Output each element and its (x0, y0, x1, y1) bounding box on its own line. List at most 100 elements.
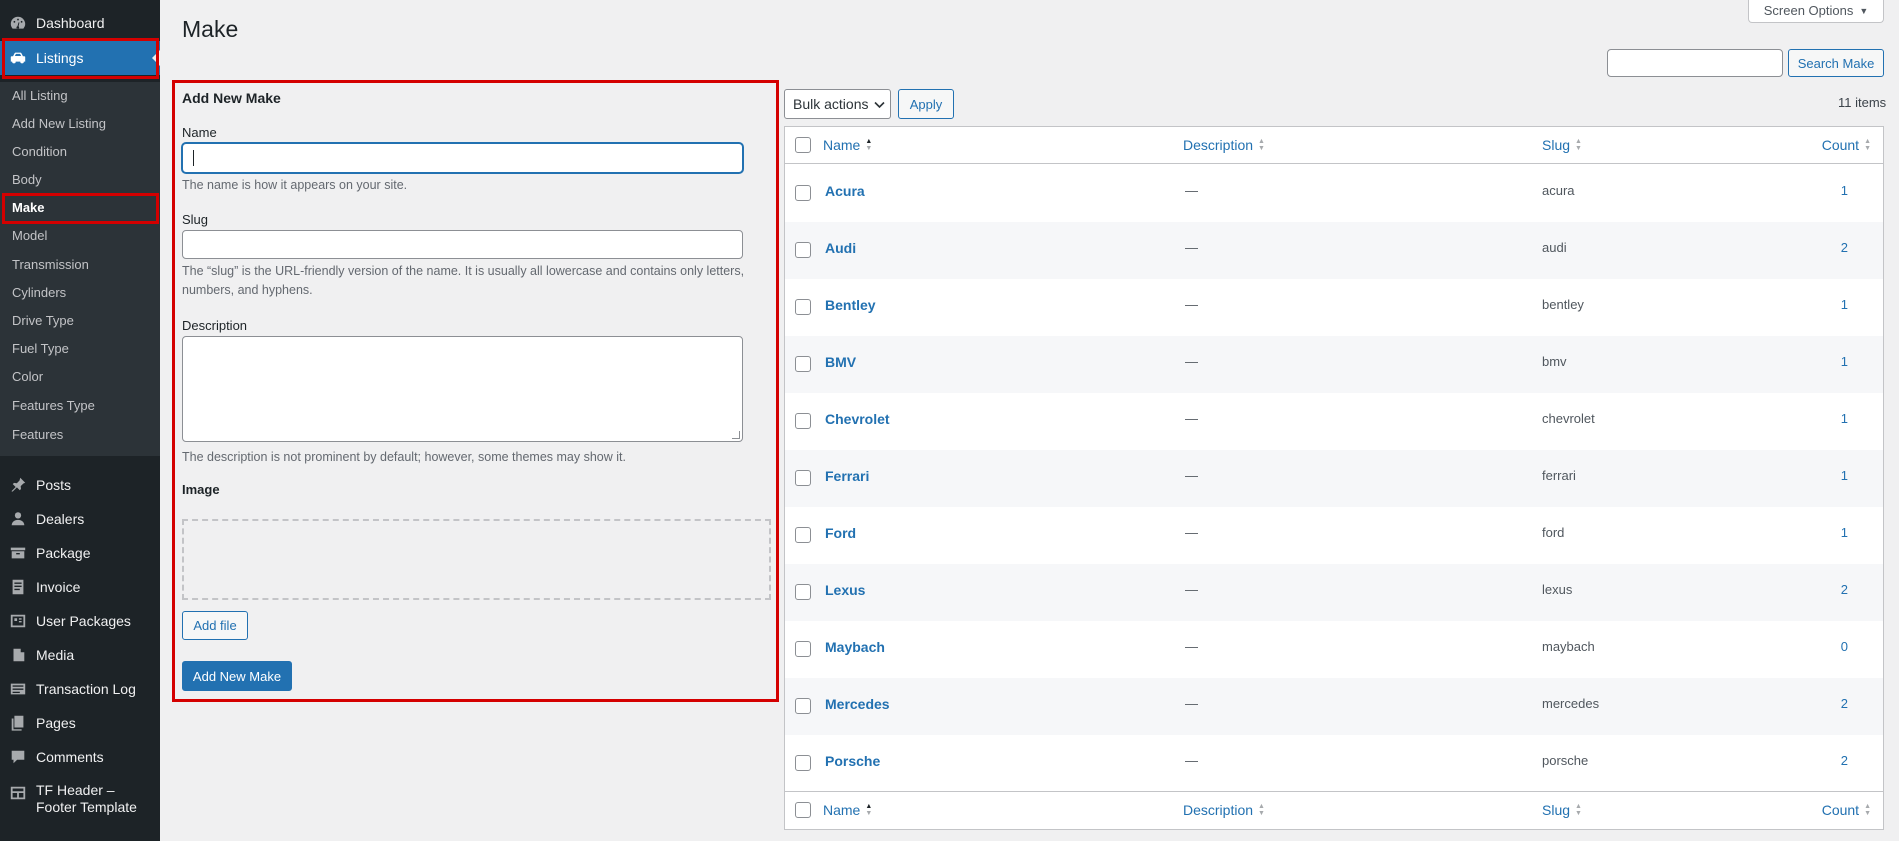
submenu-fuel-type[interactable]: Fuel Type (12, 339, 69, 359)
row-count-link[interactable]: 1 (1841, 411, 1848, 426)
bulk-actions-label: Bulk actions (793, 96, 869, 112)
row-slug: porsche (1542, 753, 1589, 768)
row-name-link[interactable]: Ford (825, 525, 856, 541)
menu-media[interactable]: Media (0, 638, 160, 672)
resize-handle-icon[interactable] (732, 431, 740, 439)
submenu-make[interactable]: Make (12, 198, 45, 218)
row-slug: audi (1542, 240, 1567, 255)
table-row: Acura — acura 1 (785, 165, 1883, 222)
column-count-header[interactable]: Count ▲ ▼ (1822, 137, 1871, 153)
column-name-footer[interactable]: Name ▲ ▼ (823, 802, 872, 818)
row-count-link[interactable]: 2 (1841, 582, 1848, 597)
menu-package[interactable]: Package (0, 536, 160, 570)
image-drop-zone[interactable] (182, 519, 771, 600)
menu-pages[interactable]: Pages (0, 706, 160, 740)
row-count-link[interactable]: 2 (1841, 696, 1848, 711)
menu-listings[interactable]: Listings (0, 41, 160, 75)
column-name-header[interactable]: Name ▲ ▼ (823, 137, 872, 153)
row-slug: bmv (1542, 354, 1567, 369)
column-slug-header[interactable]: Slug ▲ ▼ (1542, 137, 1582, 153)
apply-button[interactable]: Apply (898, 89, 954, 119)
column-description-footer[interactable]: Description ▲ ▼ (1183, 802, 1265, 818)
submenu-condition[interactable]: Condition (12, 142, 67, 162)
row-checkbox[interactable] (795, 641, 811, 657)
submenu-model[interactable]: Model (12, 226, 47, 246)
table-row: Maybach — maybach 0 (785, 621, 1883, 678)
row-checkbox[interactable] (795, 527, 811, 543)
menu-transaction-log-label: Transaction Log (36, 681, 136, 697)
row-count-link[interactable]: 1 (1841, 525, 1848, 540)
description-label: Description (182, 318, 248, 333)
chevron-down-icon (874, 96, 886, 112)
column-slug-footer[interactable]: Slug ▲ ▼ (1542, 802, 1582, 818)
row-name-link[interactable]: Acura (825, 183, 865, 199)
invoice-icon (0, 578, 36, 596)
row-name-link[interactable]: Bentley (825, 297, 876, 313)
row-checkbox[interactable] (795, 698, 811, 714)
table-row: BMV — bmv 1 (785, 336, 1883, 393)
row-name-link[interactable]: Lexus (825, 582, 865, 598)
menu-transaction-log[interactable]: Transaction Log (0, 672, 160, 706)
table-row: Audi — audi 2 (785, 222, 1883, 279)
row-description: — (1185, 639, 1198, 654)
sort-icon: ▲ ▼ (1575, 138, 1582, 152)
row-name-link[interactable]: Mercedes (825, 696, 890, 712)
slug-input[interactable] (182, 230, 743, 259)
select-all-checkbox[interactable] (795, 137, 811, 153)
bulk-actions-select[interactable]: Bulk actions (784, 89, 891, 119)
submenu-add-new-listing[interactable]: Add New Listing (12, 114, 106, 134)
row-count-link[interactable]: 1 (1841, 468, 1848, 483)
menu-dealers[interactable]: Dealers (0, 502, 160, 536)
row-checkbox[interactable] (795, 185, 811, 201)
submenu-drive-type[interactable]: Drive Type (12, 311, 74, 331)
row-description: — (1185, 525, 1198, 540)
row-checkbox[interactable] (795, 242, 811, 258)
submenu-transmission[interactable]: Transmission (12, 255, 89, 275)
row-name-link[interactable]: Maybach (825, 639, 885, 655)
row-checkbox[interactable] (795, 470, 811, 486)
row-count-link[interactable]: 1 (1841, 183, 1848, 198)
row-checkbox[interactable] (795, 413, 811, 429)
column-description-header[interactable]: Description ▲ ▼ (1183, 137, 1265, 153)
row-checkbox[interactable] (795, 584, 811, 600)
column-count-footer[interactable]: Count ▲ ▼ (1822, 802, 1871, 818)
screen-options-button[interactable]: Screen Options ▼ (1748, 0, 1884, 23)
description-textarea[interactable] (182, 336, 743, 442)
search-make-button[interactable]: Search Make (1788, 49, 1884, 77)
row-slug: lexus (1542, 582, 1573, 597)
select-all-checkbox-bottom[interactable] (795, 802, 811, 818)
menu-comments[interactable]: Comments (0, 740, 160, 774)
menu-dashboard[interactable]: Dashboard (0, 6, 160, 40)
submenu-all-listing[interactable]: All Listing (12, 86, 68, 106)
menu-user-packages[interactable]: User Packages (0, 604, 160, 638)
row-name-link[interactable]: Porsche (825, 753, 880, 769)
row-count-link[interactable]: 1 (1841, 354, 1848, 369)
menu-invoice[interactable]: Invoice (0, 570, 160, 604)
search-input[interactable] (1607, 49, 1783, 77)
row-count-link[interactable]: 2 (1841, 240, 1848, 255)
row-name-link[interactable]: Ferrari (825, 468, 869, 484)
row-checkbox[interactable] (795, 299, 811, 315)
comment-icon (0, 748, 36, 766)
submenu-features[interactable]: Features (12, 425, 63, 445)
table-row: Mercedes — mercedes 2 (785, 678, 1883, 735)
row-name-link[interactable]: Audi (825, 240, 856, 256)
menu-package-label: Package (36, 545, 91, 561)
add-new-make-button[interactable]: Add New Make (182, 661, 292, 691)
row-count-link[interactable]: 1 (1841, 297, 1848, 312)
row-count-link[interactable]: 2 (1841, 753, 1848, 768)
name-input[interactable] (182, 143, 743, 173)
row-name-link[interactable]: BMV (825, 354, 856, 370)
submenu-body[interactable]: Body (12, 170, 42, 190)
column-description-label: Description (1183, 137, 1254, 153)
menu-posts[interactable]: Posts (0, 468, 160, 502)
menu-tf-header-footer[interactable]: TF Header – Footer Template (0, 782, 160, 822)
row-count-link[interactable]: 0 (1841, 639, 1848, 654)
submenu-features-type[interactable]: Features Type (12, 396, 95, 416)
add-file-button[interactable]: Add file (182, 611, 248, 640)
row-checkbox[interactable] (795, 356, 811, 372)
submenu-color[interactable]: Color (12, 367, 43, 387)
row-name-link[interactable]: Chevrolet (825, 411, 890, 427)
row-checkbox[interactable] (795, 755, 811, 771)
submenu-cylinders[interactable]: Cylinders (12, 283, 66, 303)
